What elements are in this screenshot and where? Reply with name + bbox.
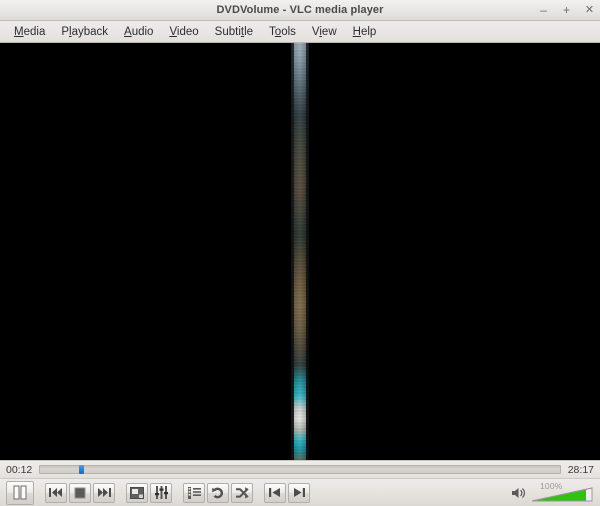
volume-control: 100% — [510, 481, 595, 504]
video-frame-edge-left — [291, 43, 294, 460]
menu-label-help: elp — [360, 25, 377, 38]
volume-slider[interactable]: 100% — [531, 481, 593, 504]
window-controls: – + ✕ — [537, 0, 596, 20]
maximize-icon[interactable]: + — [560, 3, 573, 17]
view-tools-group — [125, 482, 173, 503]
elapsed-time-label: 00:12 — [6, 463, 33, 476]
window-title: DVDVolume - VLC media player — [216, 4, 384, 16]
control-bar: 100% — [0, 478, 600, 506]
video-display-area[interactable] — [0, 43, 600, 460]
loop-icon[interactable] — [207, 482, 229, 503]
seek-slider[interactable] — [39, 465, 561, 474]
close-icon[interactable]: ✕ — [583, 3, 596, 17]
transport-group — [44, 482, 116, 503]
menu-item-subtitle[interactable]: Subtitle — [207, 24, 261, 40]
menu-label-tools: ols — [281, 25, 296, 38]
previous-button[interactable] — [45, 482, 67, 503]
video-frame-strip — [291, 43, 309, 460]
previous-chapter-icon[interactable] — [264, 482, 286, 503]
shuffle-icon[interactable] — [231, 482, 253, 503]
menu-item-help[interactable]: Help — [345, 24, 385, 40]
next-chapter-icon[interactable] — [288, 482, 310, 503]
next-button[interactable] — [93, 482, 115, 503]
playback-primary-group — [5, 480, 35, 505]
pause-button[interactable] — [6, 480, 34, 505]
menu-item-playback[interactable]: Playback — [53, 24, 116, 40]
menu-item-video[interactable]: Video — [161, 24, 206, 40]
seek-bar-row: 00:12 28:17 — [0, 460, 600, 478]
menu-label-subtitle: le — [244, 25, 254, 38]
total-time-label: 28:17 — [567, 463, 594, 476]
title-bar[interactable]: DVDVolume - VLC media player – + ✕ — [0, 0, 600, 21]
menu-label-media: edia — [23, 25, 46, 38]
stop-button[interactable] — [69, 482, 91, 503]
minimize-icon[interactable]: – — [537, 3, 550, 17]
seek-handle[interactable] — [79, 465, 85, 474]
chapter-group — [263, 482, 311, 503]
volume-wedge[interactable] — [531, 486, 593, 502]
speaker-icon[interactable] — [510, 484, 528, 502]
fullscreen-icon[interactable] — [126, 482, 148, 503]
playlist-group — [182, 482, 254, 503]
menu-item-media[interactable]: Media — [6, 24, 53, 40]
menu-item-tools[interactable]: Tools — [261, 24, 304, 40]
menu-item-view[interactable]: View — [304, 24, 345, 40]
menu-label-playback: ayback — [71, 25, 109, 38]
menu-label-audio: udio — [131, 25, 154, 38]
menu-item-audio[interactable]: Audio — [116, 24, 161, 40]
menu-bar: Media Playback Audio Video Subtitle Tool… — [0, 21, 600, 43]
equalizer-icon[interactable] — [150, 482, 172, 503]
playlist-icon[interactable] — [183, 482, 205, 503]
vlc-main-window: DVDVolume - VLC media player – + ✕ Media… — [0, 0, 600, 506]
menu-label-view: ew — [321, 25, 337, 38]
menu-label-video: ideo — [176, 25, 199, 38]
video-frame-edge-right — [306, 43, 309, 460]
